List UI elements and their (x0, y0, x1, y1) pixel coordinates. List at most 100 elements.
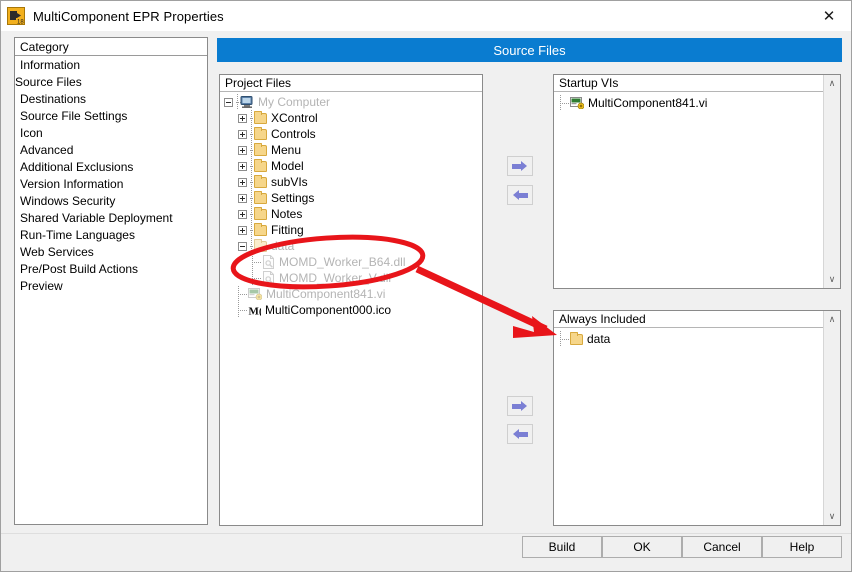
chevron-up-icon[interactable]: ∧ (824, 311, 840, 328)
tree-connector (252, 270, 262, 286)
startup-vis-scrollbar[interactable]: ∧ ∨ (823, 75, 840, 288)
sidebar-item-label: Web Services (20, 245, 94, 259)
tree-item-label: MultiComponent000.ico (265, 303, 392, 317)
sidebar-item-label: Pre/Post Build Actions (20, 262, 139, 276)
sidebar-item-additional-exclusions[interactable]: Additional Exclusions (15, 159, 207, 176)
expand-icon[interactable] (238, 161, 247, 171)
add-startup-vi-button[interactable] (507, 156, 533, 176)
tree-item-label: Fitting (271, 223, 304, 237)
tree-item[interactable]: Settings (220, 190, 482, 206)
folder-icon (254, 190, 267, 204)
tree-connector (238, 302, 248, 318)
always-included-panel: Always Included data ∧ ∨ (553, 310, 841, 526)
remove-always-included-button[interactable] (507, 424, 533, 444)
folder-icon (254, 174, 267, 188)
build-button[interactable]: Build (522, 536, 602, 558)
chevron-down-icon[interactable]: ∨ (824, 271, 840, 288)
expand-icon[interactable] (238, 209, 247, 219)
sidebar-item-source-file-settings[interactable]: Source File Settings (15, 108, 207, 125)
sidebar-item-windows-security[interactable]: Windows Security (15, 193, 207, 210)
always-included-list[interactable]: data (554, 329, 822, 347)
tree-item[interactable]: MultiComponent841.vi (220, 286, 482, 302)
folder-icon (254, 126, 267, 140)
sidebar-item-icon[interactable]: Icon (15, 125, 207, 142)
expand-icon[interactable] (238, 177, 247, 187)
sidebar-item-version-information[interactable]: Version Information (15, 176, 207, 193)
sidebar-item-source-files[interactable]: Source Files (15, 74, 207, 91)
tree-item[interactable]: data (220, 238, 482, 254)
remove-startup-vi-button[interactable] (507, 185, 533, 205)
folder-icon (254, 142, 267, 156)
tree-item[interactable]: Controls (220, 126, 482, 142)
expand-icon[interactable] (238, 113, 247, 123)
add-always-included-button[interactable] (507, 396, 533, 416)
startup-vis-list[interactable]: MultiComponent841.vi (554, 93, 822, 111)
tree-item[interactable]: XControl (220, 110, 482, 126)
tree-item[interactable]: subVIs (220, 174, 482, 190)
tree-item[interactable]: MultiComponent841.vi (554, 95, 822, 111)
sidebar-item-preview[interactable]: Preview (15, 278, 207, 295)
window-title: MultiComponent EPR Properties (33, 8, 224, 24)
sidebar-item-label: Additional Exclusions (20, 160, 134, 174)
sidebar-item-information[interactable]: Information (15, 57, 207, 74)
tree-item[interactable]: data (554, 331, 822, 347)
folder-icon (254, 238, 267, 252)
help-button[interactable]: Help (762, 536, 842, 558)
tree-item[interactable]: My Computer (220, 94, 482, 110)
tree-connector (560, 95, 570, 111)
expand-icon[interactable] (238, 193, 247, 203)
sidebar-item-pre-post-build-actions[interactable]: Pre/Post Build Actions (15, 261, 207, 278)
sidebar-item-destinations[interactable]: Destinations (15, 91, 207, 108)
expand-icon[interactable] (238, 129, 247, 139)
project-files-tree[interactable]: My Computer XControl Controls Menu Model subV… (220, 92, 482, 318)
project-files-panel: Project Files My Computer XControl Control… (219, 74, 483, 526)
sidebar-item-advanced[interactable]: Advanced (15, 142, 207, 159)
arrow-left-icon (512, 428, 528, 440)
category-list[interactable]: Information Source Files Destinations Sourc… (15, 56, 207, 295)
always-included-scrollbar[interactable]: ∧ ∨ (823, 311, 840, 525)
folder-icon (254, 206, 267, 220)
tree-connector (560, 331, 570, 347)
arrow-left-icon (512, 189, 528, 201)
tree-item-label: Notes (271, 207, 303, 221)
sidebar-item-label: Information (20, 58, 81, 72)
startup-vis-panel: Startup VIs MultiComponent841.vi ∧ ∨ (553, 74, 841, 289)
tree-item[interactable]: MOMD_Worker_B64.dll (220, 254, 482, 270)
sidebar-item-shared-variable-deployment[interactable]: Shared Variable Deployment (15, 210, 207, 227)
tree-item-label: data (587, 332, 611, 346)
close-icon[interactable]: ✕ (807, 1, 851, 30)
category-panel: Category Information Source Files Destinat… (14, 37, 208, 525)
labview-build-spec-icon: 18 (7, 7, 25, 26)
svg-text:M(: M( (249, 305, 262, 317)
tree-connector (238, 286, 248, 302)
expand-icon[interactable] (238, 145, 247, 155)
chevron-down-icon[interactable]: ∨ (824, 508, 840, 525)
tree-item[interactable]: Fitting (220, 222, 482, 238)
dialog-button-bar: Build OK Cancel Help (1, 533, 851, 571)
cancel-button[interactable]: Cancel (682, 536, 762, 558)
sidebar-item-web-services[interactable]: Web Services (15, 244, 207, 261)
tree-item-label: My Computer (258, 95, 331, 109)
tree-item[interactable]: MOMD_Worker_V.dll (220, 270, 482, 286)
tree-connector (252, 254, 262, 270)
dll-icon (262, 255, 275, 269)
sidebar-item-run-time-languages[interactable]: Run-Time Languages (15, 227, 207, 244)
tree-item-label: data (271, 239, 295, 253)
collapse-icon[interactable] (238, 241, 247, 251)
svg-text:18: 18 (17, 20, 24, 26)
tree-item[interactable]: M(MultiComponent000.ico (220, 302, 482, 318)
red-arrow-head-icon (513, 316, 557, 338)
dll-icon (262, 271, 275, 285)
tree-item[interactable]: Menu (220, 142, 482, 158)
ok-button[interactable]: OK (602, 536, 682, 558)
tree-item-label: Settings (271, 191, 315, 205)
chevron-up-icon[interactable]: ∧ (824, 75, 840, 92)
arrow-right-icon (512, 400, 528, 412)
tree-item[interactable]: Model (220, 158, 482, 174)
tree-item[interactable]: Notes (220, 206, 482, 222)
expand-icon[interactable] (238, 225, 247, 235)
arrow-right-icon (512, 160, 528, 172)
project-files-header: Project Files (220, 75, 482, 92)
collapse-icon[interactable] (224, 97, 233, 107)
tree-item-label: MultiComponent841.vi (588, 96, 708, 110)
